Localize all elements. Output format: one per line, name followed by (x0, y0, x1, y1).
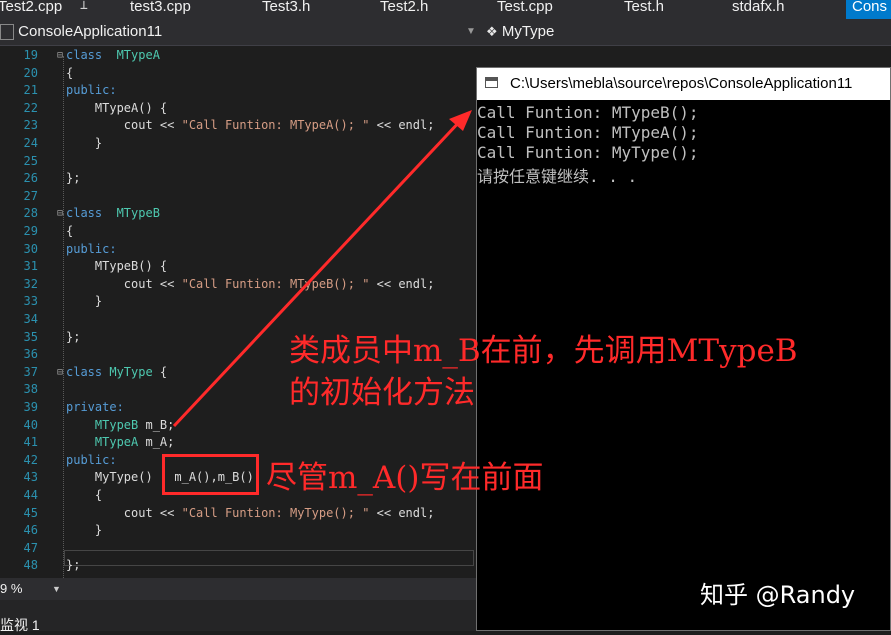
annotation-text-line1: 类成员中m_B在前，先调用MTypeB (289, 333, 798, 369)
watermark: 知乎 @Randy (700, 581, 856, 609)
annotation-text-line2: 的初始化方法 (289, 375, 475, 411)
initializer-list-highlight-box (162, 454, 259, 495)
annotation-arrow-layer (172, 110, 472, 428)
annotation-note: 尽管m_A()写在前面 (266, 460, 544, 496)
